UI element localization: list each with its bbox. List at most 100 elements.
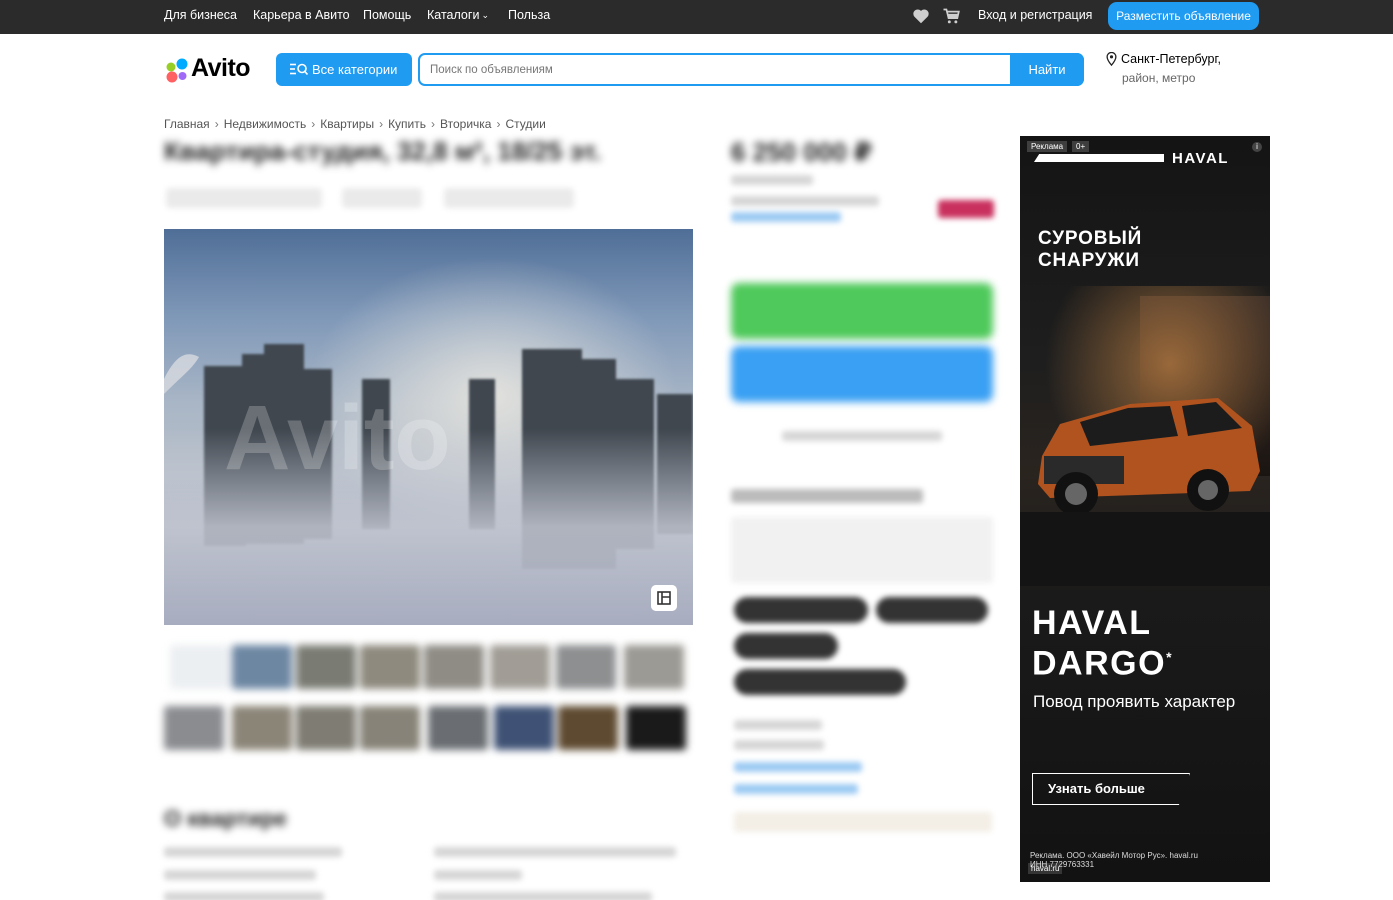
heart-icon[interactable] — [912, 8, 930, 24]
breadcrumb-separator: › — [311, 117, 316, 131]
listing-title: Квартира-студия, 32,8 м², 18/25 эт. — [164, 136, 602, 166]
topbar-link-career[interactable]: Карьера в Авито — [253, 8, 350, 22]
catalogs-label: Каталоги — [427, 8, 480, 22]
thumbnail[interactable] — [232, 645, 292, 689]
cart-icon[interactable] — [942, 8, 961, 24]
thumbnail[interactable] — [490, 645, 550, 689]
breadcrumb-separator: › — [214, 117, 219, 131]
blurred-line — [434, 892, 652, 900]
thumbnail[interactable] — [164, 706, 224, 750]
blurred-question-box[interactable] — [731, 517, 993, 583]
thumbnail[interactable] — [360, 645, 420, 689]
ad-model-mark: * — [1166, 649, 1174, 665]
about-section-title: О квартире — [164, 806, 287, 831]
quick-question-pill[interactable] — [734, 597, 868, 623]
thumbnail[interactable] — [232, 706, 292, 750]
photo-scene: Avito — [164, 229, 693, 625]
breadcrumb-separator: › — [431, 117, 436, 131]
thumbnail[interactable] — [296, 645, 356, 689]
avito-logo[interactable]: Avito — [164, 54, 256, 84]
blurred-line — [731, 196, 879, 206]
chevron-down-icon: ⌄ — [481, 10, 489, 20]
ad-banner[interactable]: Реклама 0+ i HAVAL СУРОВЫЙ СНАРУЖИ HAVAL… — [1020, 136, 1270, 882]
breadcrumb-studios[interactable]: Студии — [505, 117, 545, 131]
thumbnail[interactable] — [296, 706, 356, 750]
thumbnail[interactable] — [558, 706, 618, 750]
main-photo[interactable]: Avito — [164, 229, 693, 625]
ad-stripe — [1034, 154, 1164, 162]
ad-learn-more-button[interactable]: Узнать больше — [1032, 773, 1190, 805]
blurred-heading — [731, 489, 923, 503]
blurred-line — [164, 870, 316, 880]
location-sub: район, метро — [1122, 71, 1196, 85]
search-button[interactable]: Найти — [1010, 53, 1084, 86]
topbar-link-benefit[interactable]: Польза — [508, 8, 550, 22]
breadcrumb-buy[interactable]: Купить — [388, 117, 426, 131]
ad-model-name: HAVAL DARGO — [1032, 604, 1167, 683]
blurred-link[interactable] — [731, 212, 841, 222]
blurred-line — [164, 892, 324, 900]
info-icon[interactable]: i — [1252, 142, 1262, 152]
quick-question-pill[interactable] — [876, 597, 988, 623]
blurred-link[interactable] — [782, 431, 942, 441]
blurred-badge — [938, 200, 994, 218]
gallery-icon[interactable] — [651, 585, 677, 611]
login-link[interactable]: Вход и регистрация — [978, 8, 1092, 22]
ad-site-link[interactable]: haval.ru — [1028, 863, 1063, 874]
write-message-button[interactable] — [731, 346, 993, 402]
topbar-link-catalogs[interactable]: Каталоги ⌄ — [427, 8, 489, 22]
breadcrumb: Главная › Недвижимость › Квартиры › Купить › Вто… — [164, 117, 546, 131]
top-bar: Для бизнеса Карьера в Авито Помощь Катал… — [0, 0, 1393, 34]
breadcrumb-separator: › — [496, 117, 501, 131]
ad-age-rating: 0+ — [1072, 141, 1090, 152]
ad-legal-text: Реклама. ООО «Хавейл Мотор Рус». haval.r… — [1030, 851, 1266, 869]
thumbnail[interactable] — [624, 645, 684, 689]
thumbnail-more[interactable] — [626, 706, 686, 750]
thumbnail[interactable] — [494, 706, 554, 750]
all-categories-button[interactable]: Все категории — [276, 53, 412, 86]
blurred-line — [434, 847, 676, 857]
thumbnail[interactable] — [360, 706, 420, 750]
photo-watermark: Avito — [224, 387, 451, 489]
thumbnail[interactable] — [170, 645, 230, 689]
logo-dots-icon — [166, 58, 188, 83]
blurred-link[interactable] — [734, 762, 862, 772]
quick-question-pill[interactable] — [734, 669, 906, 695]
show-phone-button[interactable] — [731, 283, 993, 339]
blurred-notice — [734, 812, 992, 832]
blurred-line — [734, 740, 824, 750]
action-chip-favorite[interactable] — [166, 188, 322, 208]
location-pin-icon — [1106, 52, 1117, 66]
quick-question-pill[interactable] — [734, 633, 838, 659]
search-box: Найти — [418, 53, 1084, 86]
all-categories-label: Все категории — [312, 62, 398, 77]
listing-price: 6 250 000 ₽ — [731, 137, 872, 167]
ad-model: HAVAL DARGO* — [1032, 606, 1268, 680]
breadcrumb-secondary[interactable]: Вторичка — [440, 117, 491, 131]
action-chip-note[interactable] — [342, 188, 422, 208]
topbar-link-help[interactable]: Помощь — [363, 8, 411, 22]
thumbnail[interactable] — [556, 645, 616, 689]
thumbnail[interactable] — [424, 645, 484, 689]
ad-car-image — [1020, 286, 1270, 586]
ad-brand: HAVAL — [1172, 150, 1229, 167]
blurred-line — [434, 870, 522, 880]
post-ad-button[interactable]: Разместить объявление — [1108, 2, 1259, 30]
categories-search-icon — [290, 63, 308, 75]
ad-label: Реклама — [1027, 141, 1068, 152]
location-city: Санкт-Петербург, — [1121, 52, 1221, 66]
breadcrumb-apartments[interactable]: Квартиры — [320, 117, 374, 131]
thumbnail[interactable] — [428, 706, 488, 750]
breadcrumb-separator: › — [379, 117, 384, 131]
topbar-link-business[interactable]: Для бизнеса — [164, 8, 237, 22]
ad-slogan: СУРОВЫЙ СНАРУЖИ — [1038, 228, 1143, 271]
logo-text: Avito — [191, 54, 251, 82]
blurred-line — [731, 175, 813, 185]
breadcrumb-main[interactable]: Главная — [164, 117, 210, 131]
breadcrumb-realty[interactable]: Недвижимость — [224, 117, 307, 131]
blurred-link[interactable] — [734, 784, 858, 794]
blurred-line — [164, 847, 342, 857]
blurred-line — [734, 720, 822, 730]
action-chip-compare[interactable] — [444, 188, 574, 208]
search-input[interactable] — [420, 55, 1012, 84]
